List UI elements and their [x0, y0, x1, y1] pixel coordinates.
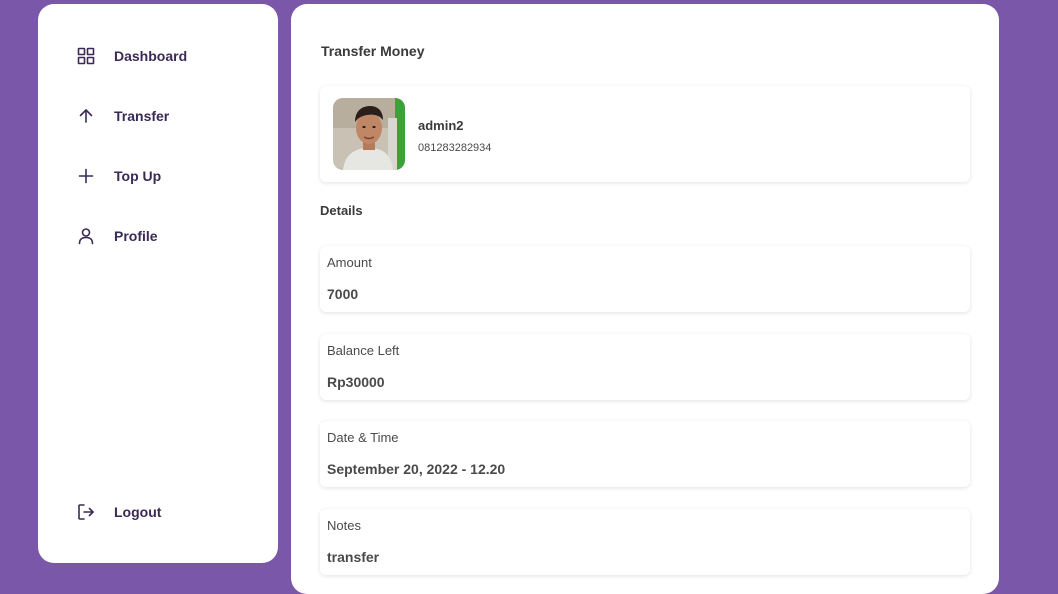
page-title: Transfer Money: [321, 43, 425, 59]
user-icon: [76, 226, 96, 246]
amount-label: Amount: [327, 255, 372, 270]
amount-value: 7000: [327, 286, 359, 302]
avatar: [333, 98, 405, 170]
details-heading: Details: [320, 203, 363, 218]
sidebar-item-label: Transfer: [114, 108, 170, 124]
recipient-card: admin2 081283282934: [320, 86, 970, 182]
logout-label: Logout: [114, 504, 162, 520]
recipient-name: admin2: [418, 118, 464, 133]
logout-button[interactable]: Logout: [76, 500, 256, 524]
date-time-label: Date & Time: [327, 430, 399, 445]
sidebar-item-label: Profile: [114, 228, 158, 244]
recipient-phone: 081283282934: [418, 142, 492, 154]
sidebar-item-label: Top Up: [114, 168, 162, 184]
sidebar-item-label: Dashboard: [114, 48, 188, 64]
sidebar-item-profile[interactable]: Profile: [76, 224, 256, 248]
main-panel: Transfer Money admin2 081283282934 Detai…: [291, 4, 999, 594]
arrow-up-icon: [76, 106, 96, 126]
grid-icon: [76, 46, 96, 66]
balance-left-label: Balance Left: [327, 343, 400, 358]
amount-card: Amount 7000: [320, 246, 970, 312]
notes-value: transfer: [327, 549, 380, 565]
date-time-value: September 20, 2022 - 12.20: [327, 461, 506, 477]
sidebar-item-dashboard[interactable]: Dashboard: [76, 44, 256, 68]
sidebar: Dashboard Transfer Top Up Profile Logout: [38, 4, 278, 563]
plus-icon: [76, 166, 96, 186]
logout-icon: [76, 502, 96, 522]
balance-left-value: Rp30000: [327, 374, 385, 390]
sidebar-item-top-up[interactable]: Top Up: [76, 164, 256, 188]
date-time-card: Date & Time September 20, 2022 - 12.20: [320, 421, 970, 487]
balance-left-card: Balance Left Rp30000: [320, 334, 970, 400]
notes-label: Notes: [327, 518, 361, 533]
notes-card: Notes transfer: [320, 509, 970, 575]
sidebar-item-transfer[interactable]: Transfer: [76, 104, 256, 128]
